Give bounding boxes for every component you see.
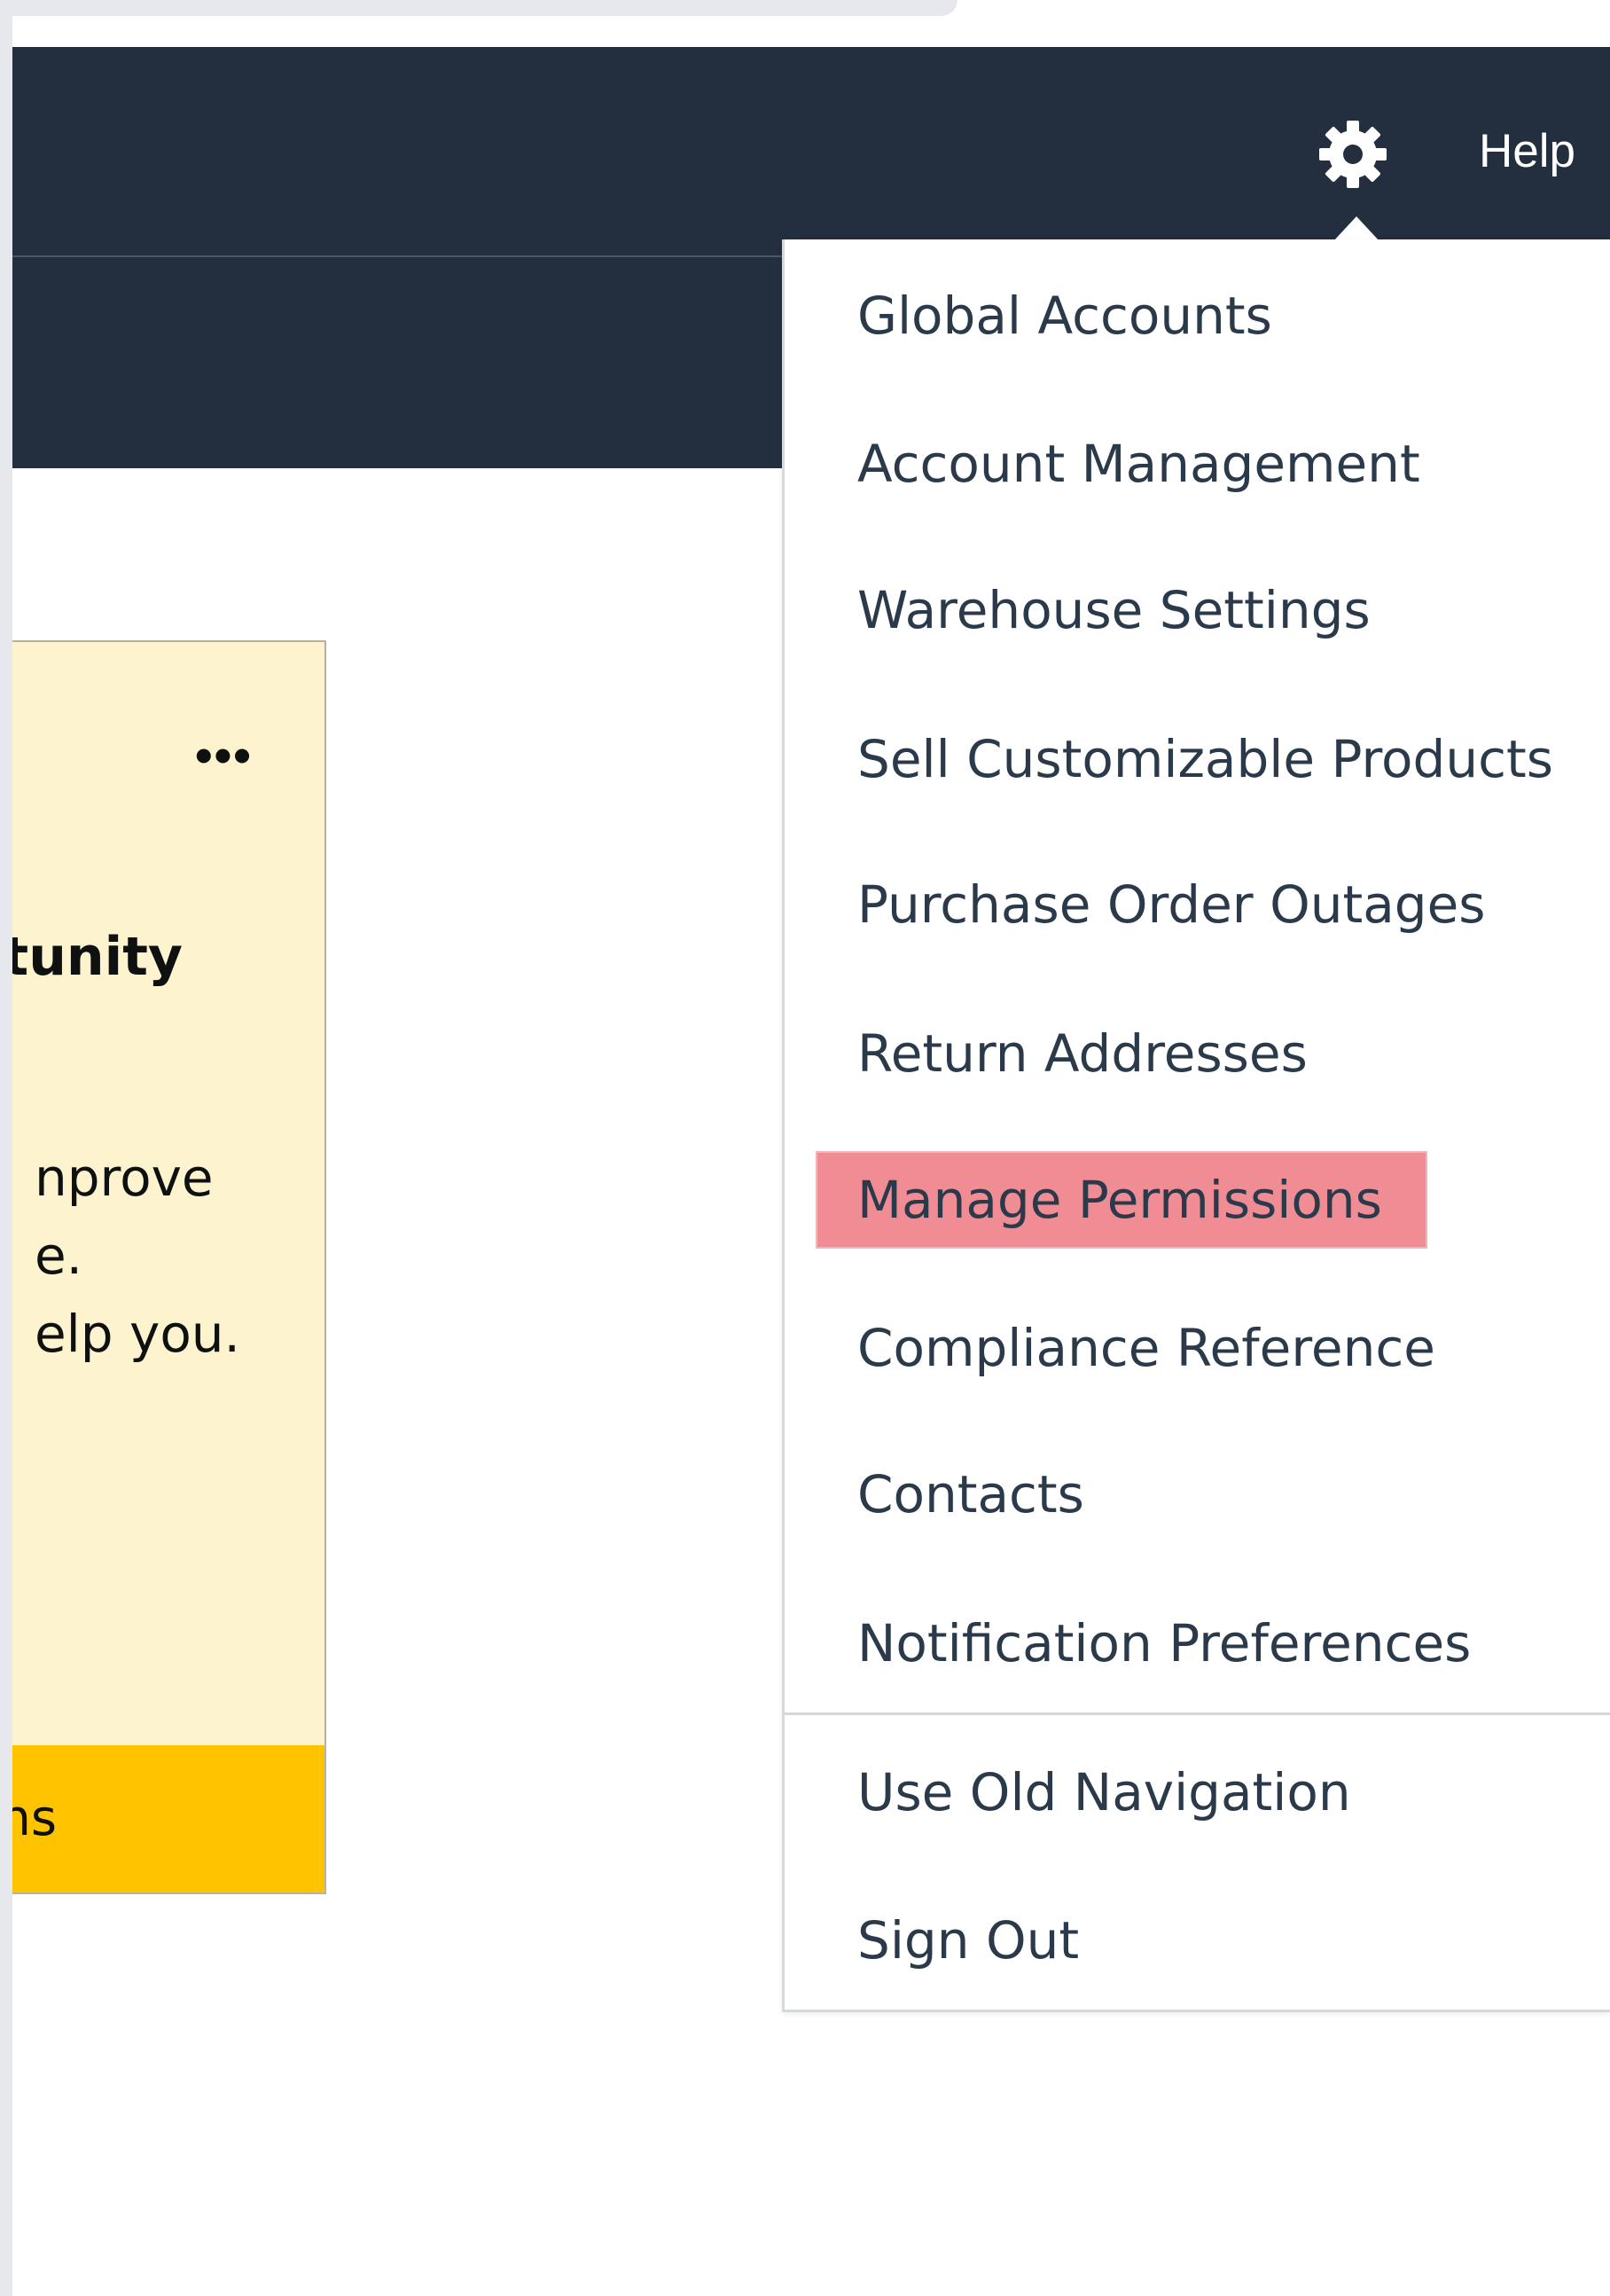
menu-item-contacts[interactable]: Contacts — [857, 1452, 1084, 1537]
menu-item-global-accounts[interactable]: Global Accounts — [857, 273, 1272, 358]
menu-item-purchase-order-outages[interactable]: Purchase Order Outages — [857, 862, 1486, 947]
menu-item-sign-out[interactable]: Sign Out — [857, 1898, 1079, 1983]
window-edge — [0, 0, 12, 2296]
browser-tab[interactable] — [0, 0, 957, 16]
dropdown-caret — [1333, 216, 1379, 241]
notification-card: ••• tunity nprove e. elp you. ns — [12, 640, 326, 1894]
browser-strip — [0, 0, 1610, 47]
menu-item-manage-permissions[interactable]: Manage Permissions — [857, 1157, 1382, 1242]
menu-item-warehouse-settings[interactable]: Warehouse Settings — [857, 568, 1371, 653]
menu-item-sell-customizable-products[interactable]: Sell Customizable Products — [857, 717, 1553, 802]
menu-item-return-addresses[interactable]: Return Addresses — [857, 1011, 1308, 1096]
secondary-navigation-bar — [12, 255, 784, 468]
menu-item-compliance-reference[interactable]: Compliance Reference — [857, 1305, 1435, 1391]
card-action-label: ns — [12, 1790, 57, 1847]
page: Help ••• tunity nprove e. elp you. ns Gl… — [0, 0, 1610, 2296]
card-body: nprove e. elp you. — [35, 1139, 240, 1373]
gear-icon[interactable] — [1317, 119, 1388, 190]
card-action-button[interactable]: ns — [12, 1745, 324, 1892]
menu-item-account-management[interactable]: Account Management — [857, 421, 1420, 506]
settings-dropdown-menu: Global Accounts Account Management Wareh… — [782, 239, 1610, 2012]
help-link[interactable]: Help — [1479, 124, 1575, 178]
more-horizontal-icon[interactable]: ••• — [195, 731, 253, 780]
menu-item-notification-preferences[interactable]: Notification Preferences — [857, 1601, 1471, 1686]
card-body-line: elp you. — [34, 1304, 240, 1364]
card-body-line: e. — [34, 1226, 83, 1286]
menu-divider — [785, 1712, 1610, 1715]
menu-item-use-old-navigation[interactable]: Use Old Navigation — [857, 1750, 1351, 1835]
card-title: tunity — [12, 926, 183, 988]
card-body-line: nprove — [34, 1148, 214, 1208]
